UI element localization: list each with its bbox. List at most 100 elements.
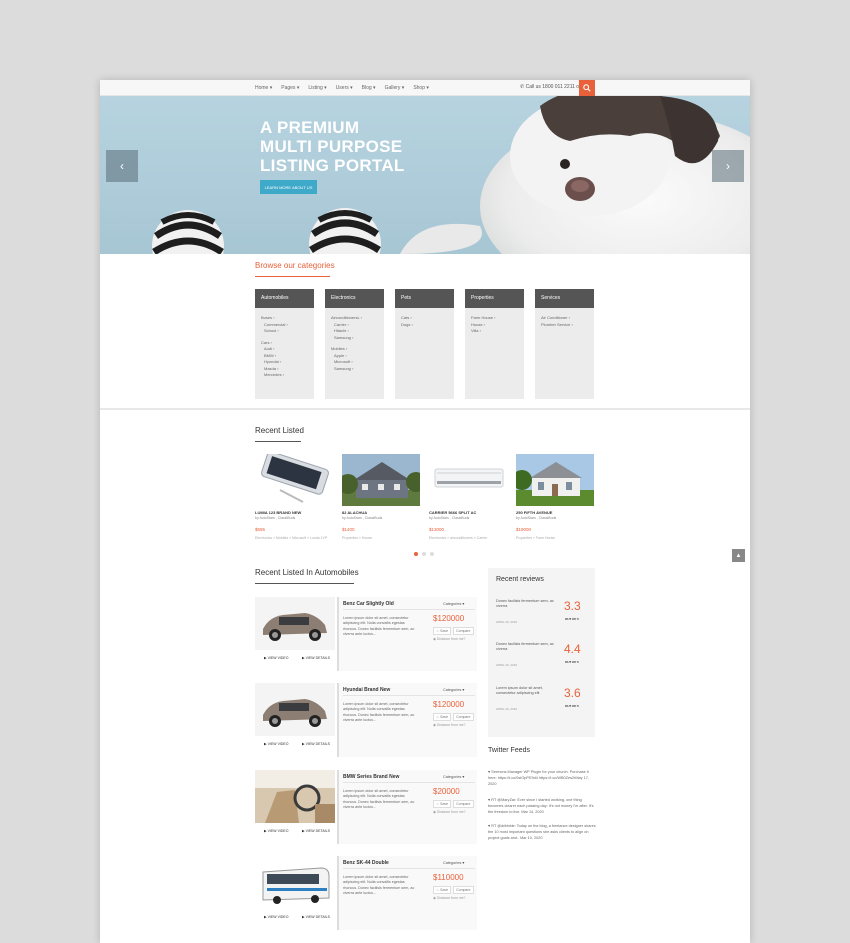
recent-item-image[interactable] <box>516 454 594 506</box>
category-link[interactable]: Villa › <box>471 328 518 335</box>
back-to-top-button[interactable]: ▲ <box>732 549 745 562</box>
view-video-link[interactable]: ▶ VIEW VIDEO <box>264 742 288 746</box>
category-header[interactable]: Automobiles <box>255 289 314 308</box>
distance-link[interactable]: ◉ Distance from me? <box>433 896 465 900</box>
recent-item[interactable]: 250 FIFTH AVENUE by AutoStars , ClassiBu… <box>516 454 594 540</box>
auto-listing-title[interactable]: Benz Car Slightly Old <box>343 601 394 607</box>
carousel-dot[interactable] <box>430 552 434 556</box>
recent-item-image[interactable] <box>429 454 507 506</box>
page: Home ▾ Pages ▾ Listing ▾ Users ▾ Blog ▾ … <box>100 80 750 943</box>
menu-item-home[interactable]: Home ▾ <box>255 85 272 91</box>
compare-button[interactable]: Compare <box>453 800 474 808</box>
recent-reviews-panel: Recent reviews Donec facilisis fermentum… <box>488 568 595 737</box>
recent-item[interactable]: CARRIER 5666 SPLIT AC by AutoStars , Cla… <box>429 454 507 540</box>
categories-dropdown[interactable]: Categories ▾ <box>443 860 464 865</box>
auto-listing-info: Benz SK-44 Double Categories ▾ Lorem ipsum… <box>337 856 477 930</box>
category-link[interactable]: Plumber Service › <box>541 322 588 329</box>
auto-listing-price: $110000 <box>433 873 464 882</box>
divider <box>343 609 475 610</box>
slider-next-button[interactable]: › <box>712 150 744 182</box>
auto-listing-image[interactable] <box>255 856 335 909</box>
auto-listing-title[interactable]: BMW Series Brand New <box>343 774 399 780</box>
menu-item-gallery[interactable]: Gallery ▾ <box>385 85 405 91</box>
compare-button[interactable]: Compare <box>453 713 474 721</box>
categories-dropdown[interactable]: Categories ▾ <box>443 774 464 779</box>
recent-item[interactable]: 82 ALACHUA by AutoStars , ClassiBuds $14… <box>342 454 420 540</box>
category-link[interactable]: Samsung › <box>331 366 378 373</box>
category-link[interactable]: Dogs › <box>401 322 448 329</box>
auto-listing-info: BMW Series Brand New Categories ▾ Lorem ip… <box>337 770 477 844</box>
listing-actions: ☆ Save Compare <box>433 886 476 894</box>
recent-item-image[interactable] <box>255 454 333 506</box>
learn-more-button[interactable]: LEARN MORE ABOUT US <box>260 180 317 194</box>
menu-item-pages[interactable]: Pages ▾ <box>281 85 299 91</box>
recent-item-title[interactable]: 82 ALACHUA <box>342 510 420 515</box>
carousel-dot-active[interactable] <box>414 552 418 556</box>
auto-listing-image[interactable] <box>255 683 335 736</box>
category-header[interactable]: Properties <box>465 289 524 308</box>
review-text: Donec facilisis fermentum sem, ac viverr… <box>496 642 554 652</box>
categories-dropdown[interactable]: Categories ▾ <box>443 687 464 692</box>
view-details-link[interactable]: ▶ VIEW DETAILS <box>302 829 330 833</box>
search-button[interactable] <box>579 80 595 96</box>
category-body: AirconditionersL › Carrier › Hitachi › Sams… <box>325 308 384 379</box>
auto-listing-title[interactable]: Benz SK-44 Double <box>343 860 389 866</box>
category-card: Properties Farm House › House › Villa › <box>465 289 524 399</box>
review-scale: OUT OF 5 <box>565 704 579 708</box>
menu-item-users[interactable]: Users ▾ <box>336 85 353 91</box>
recent-item-title[interactable]: LUMIA 123 BRAND NEW <box>255 510 333 515</box>
review-text: Lorem ipsum dolor sit amet, consectetur … <box>496 686 543 696</box>
review-score: 3.6 <box>564 686 581 700</box>
recent-item-title[interactable]: 250 FIFTH AVENUE <box>516 510 594 515</box>
automobiles-title-underline <box>255 583 354 584</box>
category-link[interactable]: School › <box>261 328 308 335</box>
tweet[interactable]: ♥ RT @dribbble: Today on the blog, a fre… <box>488 824 596 841</box>
distance-link[interactable]: ◉ Distance from me? <box>433 810 465 814</box>
review-scale: OUT OF 5 <box>565 617 579 621</box>
compare-button[interactable]: Compare <box>453 627 474 635</box>
category-header[interactable]: Services <box>535 289 594 308</box>
view-details-link[interactable]: ▶ VIEW DETAILS <box>302 656 330 660</box>
recent-item[interactable]: LUMIA 123 BRAND NEW by AutoStars , Class… <box>255 454 333 540</box>
recent-item-image[interactable] <box>342 454 420 506</box>
recent-item-title[interactable]: CARRIER 5666 SPLIT AC <box>429 510 507 515</box>
auto-listing-image[interactable] <box>255 597 335 650</box>
divider <box>343 695 475 696</box>
category-header[interactable]: Electronics <box>325 289 384 308</box>
slider-prev-button[interactable]: ‹ <box>106 150 138 182</box>
auto-listing-title[interactable]: Hyundai Brand New <box>343 687 390 693</box>
distance-link[interactable]: ◉ Distance from me? <box>433 637 465 641</box>
view-details-link[interactable]: ▶ VIEW DETAILS <box>302 742 330 746</box>
review-text: Donec facilisis fermentum sem, ac viverr… <box>496 599 554 609</box>
hero-title: A PREMIUM MULTI PURPOSE LISTING PORTAL <box>260 118 460 175</box>
menu-item-blog[interactable]: Blog ▾ <box>362 85 376 91</box>
view-video-link[interactable]: ▶ VIEW VIDEO <box>264 656 288 660</box>
save-button[interactable]: ☆ Save <box>433 800 452 808</box>
save-button[interactable]: ☆ Save <box>433 713 452 721</box>
view-video-link[interactable]: ▶ VIEW VIDEO <box>264 829 288 833</box>
save-button[interactable]: ☆ Save <box>433 886 452 894</box>
auto-listing-description: Lorem ipsum dolor sit amet, consectetur … <box>343 875 415 895</box>
recent-item-author: by AutoStars , ClassiBuds <box>255 516 296 520</box>
recent-item-price: $13000 <box>429 527 445 532</box>
hero-title-line: LISTING PORTAL <box>260 156 405 175</box>
review-scale: OUT OF 5 <box>565 660 579 664</box>
carousel-dot[interactable] <box>422 552 426 556</box>
view-video-link[interactable]: ▶ VIEW VIDEO <box>264 915 288 919</box>
save-button[interactable]: ☆ Save <box>433 627 452 635</box>
menu-item-listing[interactable]: Listing ▾ <box>308 85 326 91</box>
recent-item-categories: Electronics » airconditioners » Carrier <box>429 536 488 540</box>
listing-actions: ☆ Save Compare <box>433 627 476 635</box>
compare-button[interactable]: Compare <box>453 886 474 894</box>
category-header[interactable]: Pets <box>395 289 454 308</box>
category-link[interactable]: Samsung › <box>331 335 378 342</box>
auto-listing-image[interactable] <box>255 770 335 823</box>
category-link[interactable]: Mercedes › <box>261 372 308 379</box>
tweet[interactable]: ♥ Sermons Manager WP Plugin for your chu… <box>488 770 596 787</box>
view-details-link[interactable]: ▶ VIEW DETAILS <box>302 915 330 919</box>
tweet[interactable]: ♥ RT @MaryZar: Ever since I started work… <box>488 798 596 815</box>
menu-item-shop[interactable]: Shop ▾ <box>413 85 429 91</box>
categories-title: Browse our categories <box>255 261 335 270</box>
distance-link[interactable]: ◉ Distance from me? <box>433 723 465 727</box>
categories-dropdown[interactable]: Categories ▾ <box>443 601 464 606</box>
